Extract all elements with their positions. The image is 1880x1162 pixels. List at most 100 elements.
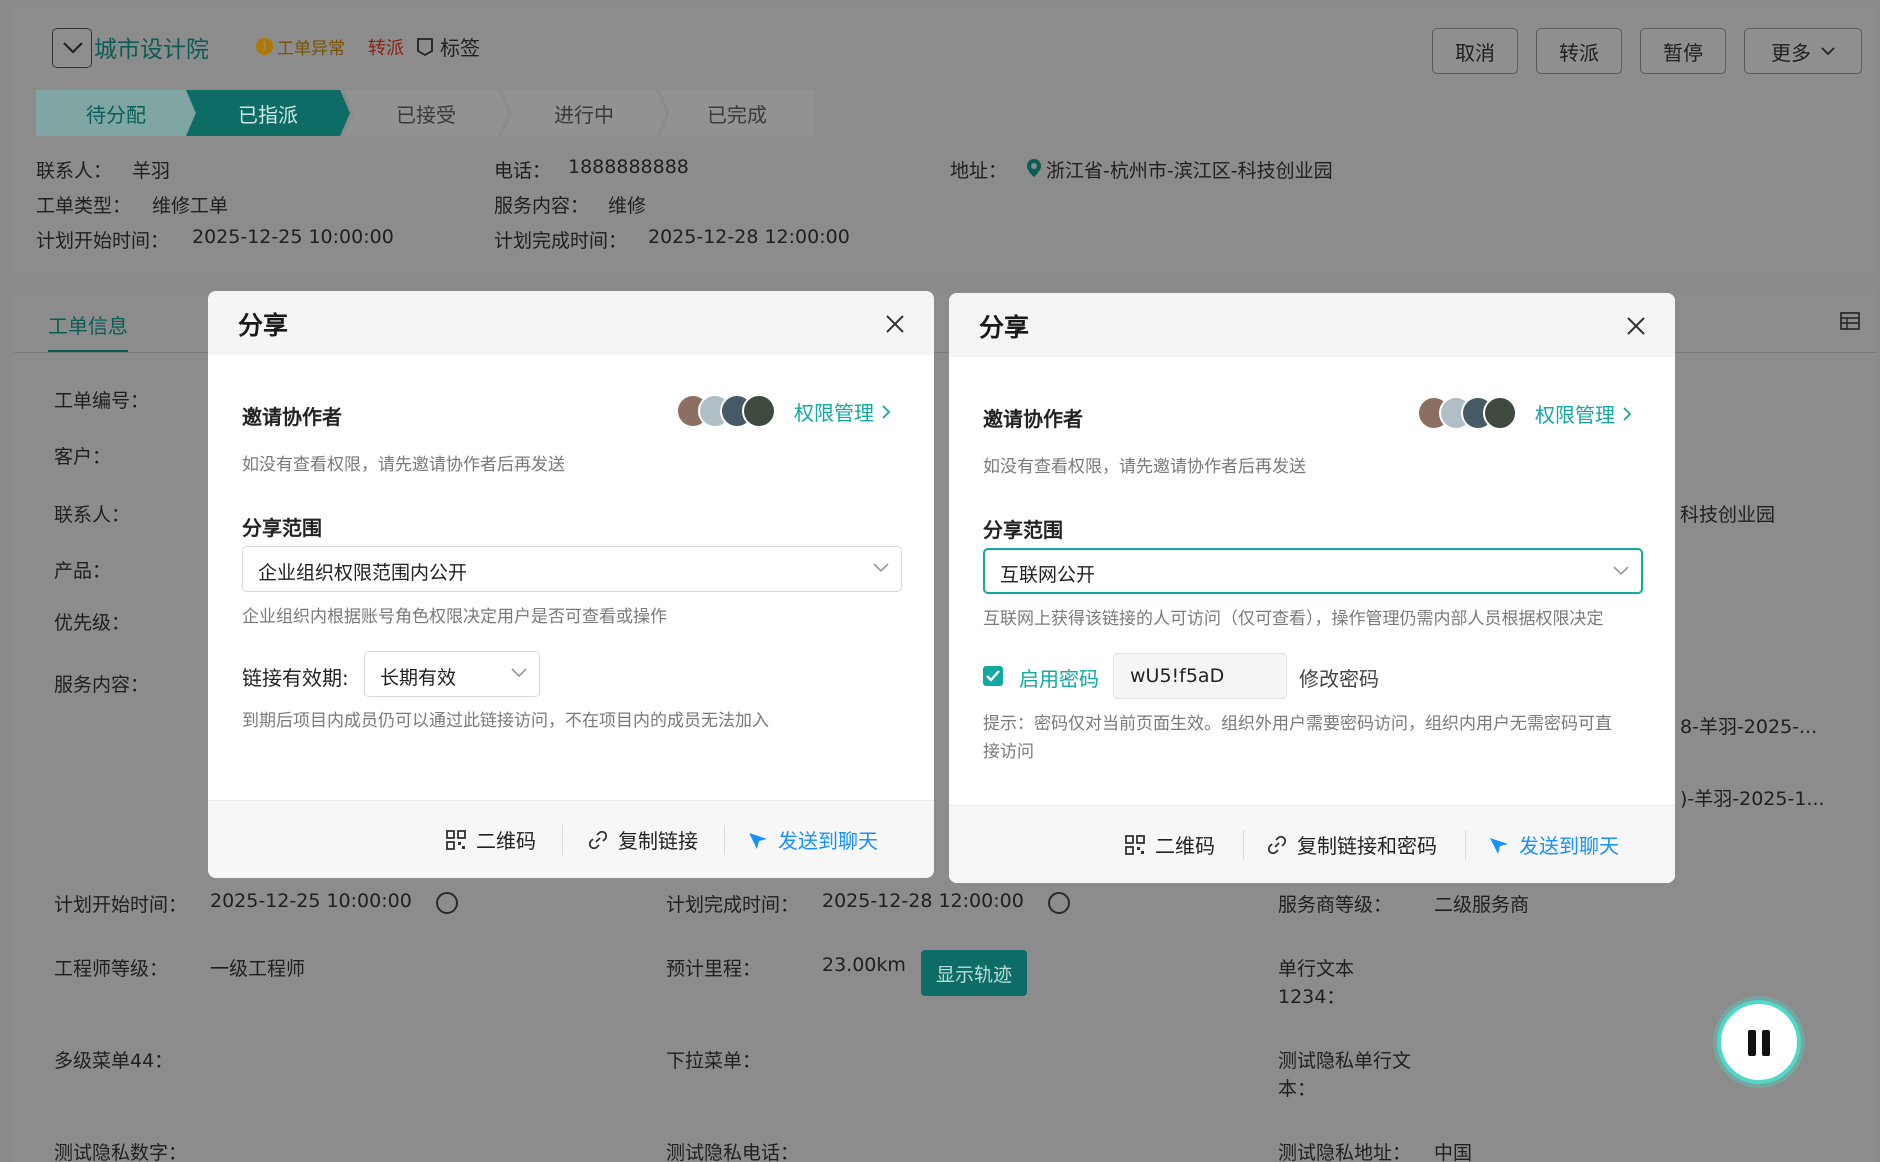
field-privacy-single-label: 测试隐私单行文 xyxy=(1278,1050,1412,1072)
enable-password-label[interactable]: 启用密码 xyxy=(1019,663,1099,692)
table-view-icon[interactable] xyxy=(1840,312,1860,334)
tag-icon xyxy=(417,37,433,56)
field-plan-start-label: 计划开始时间： xyxy=(54,894,188,916)
field-order-title-value: 8-羊羽-2025-... xyxy=(1680,716,1818,738)
field-mileage-label: 预计里程： xyxy=(666,958,762,980)
collapse-button[interactable] xyxy=(52,28,92,68)
send-to-chat-button[interactable]: 发送到聊天 xyxy=(748,825,878,854)
field-plan-end-label: 计划完成时间： xyxy=(666,894,800,916)
footer-divider xyxy=(562,825,563,855)
chevron-down-icon xyxy=(1821,47,1835,56)
enable-password-checkbox[interactable] xyxy=(983,666,1003,686)
scope-hint: 互联网上获得该链接的人可访问（仅可查看），操作管理仍需内部人员根据权限决定 xyxy=(983,609,1604,629)
summary-contact-label: 联系人： xyxy=(36,160,113,182)
scope-title: 分享范围 xyxy=(983,518,1063,542)
avatar xyxy=(742,394,776,428)
pause-icon xyxy=(1762,1030,1770,1056)
field-address-value: 科技创业园 xyxy=(1680,504,1776,526)
qrcode-button[interactable]: 二维码 xyxy=(446,825,536,854)
field-dropdown-label: 下拉菜单： xyxy=(666,1050,762,1072)
collaborator-avatars[interactable] xyxy=(1417,396,1521,430)
abnormal-badge: i 工单异常 xyxy=(256,34,345,59)
step-accepted: 已接受 xyxy=(344,90,508,136)
qrcode-button[interactable]: 二维码 xyxy=(1125,830,1215,859)
field-provider-level-label: 服务商等级： xyxy=(1278,894,1393,916)
chevron-down-icon xyxy=(63,42,83,54)
summary-type-value: 维修工单 xyxy=(152,195,229,217)
summary-phone-label: 电话： xyxy=(494,160,552,182)
permission-management-link[interactable]: 权限管理 xyxy=(1535,399,1631,428)
summary-service-label: 服务内容： xyxy=(494,195,590,217)
field-plan-start-value: 2025-12-25 10:00:00 xyxy=(210,890,412,912)
chevron-down-icon xyxy=(873,563,889,573)
close-icon[interactable] xyxy=(884,313,906,335)
share-scope-select[interactable]: 互联网公开 xyxy=(983,548,1643,594)
more-button[interactable]: 更多 xyxy=(1744,28,1862,74)
field-mileage-value: 23.00km xyxy=(822,954,906,976)
dialog-header: 分享 xyxy=(949,293,1675,357)
field-service-label: 服务内容： xyxy=(54,674,150,696)
send-to-chat-button[interactable]: 发送到聊天 xyxy=(1489,830,1619,859)
pause-order-button[interactable]: 暂停 xyxy=(1640,28,1726,74)
tag-button[interactable]: 标签 xyxy=(416,32,480,61)
transfer-button[interactable]: 转派 xyxy=(1536,28,1622,74)
password-hint: 提示：密码仅对当前页面生效。组织外用户需要密码访问，组织内用户无需密码可直 xyxy=(983,714,1612,734)
check-icon xyxy=(986,670,1000,682)
field-engineer-level-value: 一级工程师 xyxy=(210,958,306,980)
link-icon xyxy=(588,830,608,849)
scope-title: 分享范围 xyxy=(242,516,322,540)
field-priority-label: 优先级： xyxy=(54,612,131,634)
chevron-down-icon xyxy=(511,668,527,678)
field-customer-label: 客户： xyxy=(54,446,112,468)
link-validity-select[interactable]: 长期有效 xyxy=(364,651,540,697)
validity-hint: 到期后项目内成员仍可以通过此链接访问，不在项目内的成员无法加入 xyxy=(242,711,769,731)
invite-hint: 如没有查看权限，请先邀请协作者后再发送 xyxy=(242,455,565,475)
summary-plan-start-value: 2025-12-25 10:00:00 xyxy=(192,226,394,248)
field-single-text-label-line2: 1234： xyxy=(1278,986,1346,1008)
footer-divider xyxy=(1465,830,1466,860)
invite-hint: 如没有查看权限，请先邀请协作者后再发送 xyxy=(983,457,1306,477)
field-privacy-number-label: 测试隐私数字： xyxy=(54,1142,188,1162)
field-plan-end-value: 2025-12-28 12:00:00 xyxy=(822,890,1024,912)
dialog-footer: 二维码 复制链接和密码 发送到聊天 xyxy=(949,805,1675,883)
floating-pause-button[interactable] xyxy=(1717,1000,1801,1084)
order-header-panel: 城市设计院 i 工单异常 转派 标签 取消 转派 暂停 更多 待分配 已指派 已… xyxy=(14,6,1876,274)
invite-title: 邀请协作者 xyxy=(983,407,1083,431)
chevron-right-icon xyxy=(882,404,890,419)
info-icon: i xyxy=(256,38,273,55)
close-icon[interactable] xyxy=(1625,315,1647,337)
send-icon xyxy=(1490,837,1508,854)
copy-link-button[interactable]: 复制链接 xyxy=(588,825,698,854)
qrcode-icon xyxy=(1125,834,1145,855)
timezone-icon xyxy=(1048,892,1070,914)
invite-title: 邀请协作者 xyxy=(242,405,342,429)
scope-hint: 企业组织内根据账号角色权限决定用户是否可查看或操作 xyxy=(242,607,667,627)
summary-service-value: 维修 xyxy=(608,195,647,217)
field-engineer-level-label: 工程师等级： xyxy=(54,958,169,980)
tab-order-info[interactable]: 工单信息 xyxy=(48,310,128,339)
footer-divider xyxy=(1243,830,1244,860)
permission-management-link[interactable]: 权限管理 xyxy=(794,397,890,426)
chevron-down-icon xyxy=(1613,566,1629,576)
share-dialog-internal: 分享 邀请协作者 权限管理 如没有查看权限，请先邀请协作者后再发送 分享范围 企… xyxy=(208,291,934,878)
dialog-title: 分享 xyxy=(979,313,1030,342)
dialog-footer: 二维码 复制链接 发送到聊天 xyxy=(208,800,934,878)
avatar xyxy=(1483,396,1517,430)
share-scope-select[interactable]: 企业组织权限范围内公开 xyxy=(242,546,902,592)
cancel-button[interactable]: 取消 xyxy=(1432,28,1518,74)
password-field[interactable]: wU5!f5aD xyxy=(1113,653,1287,699)
change-password-link[interactable]: 修改密码 xyxy=(1299,663,1379,692)
chevron-right-icon xyxy=(1623,406,1631,421)
org-name: 城市设计院 xyxy=(94,37,209,63)
field-privacy-single-label-line2: 本： xyxy=(1278,1078,1317,1100)
summary-phone-value: 1888888888 xyxy=(568,156,689,178)
dialog-title: 分享 xyxy=(238,311,289,340)
show-track-button[interactable]: 显示轨迹 xyxy=(921,950,1027,996)
step-completed: 已完成 xyxy=(660,90,814,136)
collaborator-avatars[interactable] xyxy=(676,394,780,428)
pause-icon xyxy=(1748,1030,1756,1056)
field-single-text-label: 单行文本 xyxy=(1278,958,1355,980)
summary-contact-value: 羊羽 xyxy=(132,160,171,182)
summary-address-label: 地址： xyxy=(950,160,1008,182)
copy-link-password-button[interactable]: 复制链接和密码 xyxy=(1267,830,1437,859)
